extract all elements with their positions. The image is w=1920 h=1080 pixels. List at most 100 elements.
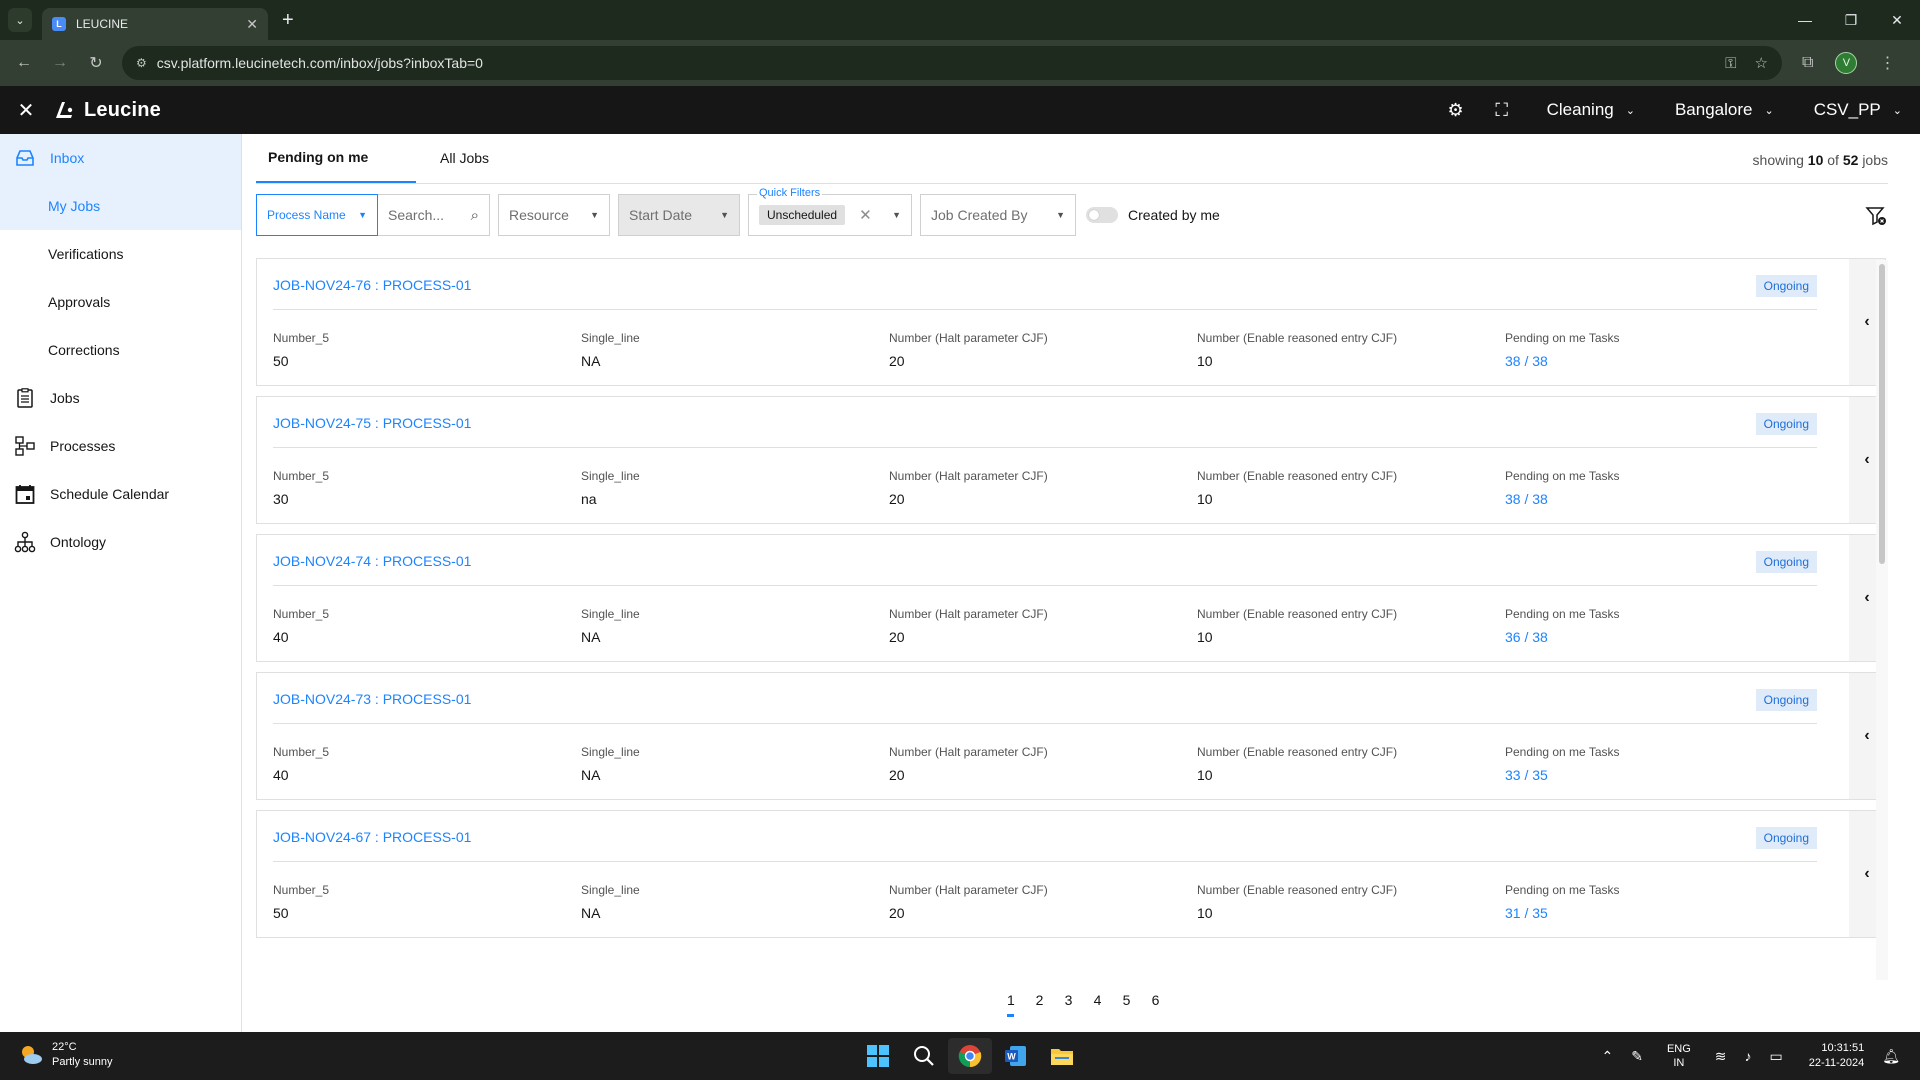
wifi-icon[interactable]: ≋: [1715, 1048, 1727, 1065]
clear-filters-icon[interactable]: [1864, 204, 1888, 228]
site-info-icon[interactable]: ⚙: [136, 56, 147, 70]
job-card[interactable]: JOB-NOV24-75 : PROCESS-01 Ongoing Number…: [256, 396, 1886, 524]
search-input[interactable]: Search...: [388, 207, 444, 223]
weather-widget[interactable]: 22°C Partly sunny: [18, 1040, 113, 1070]
word-icon[interactable]: W: [994, 1038, 1038, 1074]
sidebar-item-my-jobs[interactable]: My Jobs: [0, 182, 241, 230]
browser-menu-icon[interactable]: ⋮: [1879, 53, 1895, 73]
job-title-link[interactable]: JOB-NOV24-74 : PROCESS-01: [273, 553, 471, 569]
search-field[interactable]: Search... ⌕: [378, 194, 490, 236]
sidebar-item-corrections[interactable]: Corrections: [0, 326, 241, 374]
start-date-select[interactable]: Start Date ▼: [618, 194, 740, 236]
brand-name: Leucine: [84, 98, 161, 121]
minimize-icon[interactable]: —: [1782, 0, 1828, 40]
sidebar-item-processes[interactable]: Processes: [0, 422, 241, 470]
url-text[interactable]: csv.platform.leucinetech.com/inbox/jobs?…: [157, 55, 1707, 71]
clock[interactable]: 10:31:51 22-11-2024: [1809, 1041, 1864, 1071]
settings-gear-icon[interactable]: ⚙: [1433, 100, 1479, 121]
password-key-icon[interactable]: ⚿: [1725, 55, 1736, 72]
process-name-select[interactable]: Process Name ▼: [256, 194, 378, 236]
param-value: 20: [889, 905, 905, 921]
clear-chip-icon[interactable]: ✕: [859, 206, 872, 224]
back-icon[interactable]: ←: [6, 54, 42, 72]
sidebar-item-approvals[interactable]: Approvals: [0, 278, 241, 326]
volume-icon[interactable]: ♪: [1745, 1048, 1752, 1064]
sidebar-item-schedule-calendar[interactable]: Schedule Calendar: [0, 470, 241, 518]
show-hidden-icons-chevron-icon[interactable]: ⌃: [1601, 1048, 1613, 1065]
profile-avatar[interactable]: V: [1835, 52, 1858, 74]
job-card[interactable]: JOB-NOV24-67 : PROCESS-01 Ongoing Number…: [256, 810, 1886, 938]
pending-tasks-link[interactable]: 38 / 38: [1505, 491, 1805, 507]
param-label: Single_line: [581, 607, 640, 621]
scan-icon[interactable]: ⛶: [1479, 100, 1525, 121]
windows-start-icon[interactable]: [856, 1038, 900, 1074]
facility-select[interactable]: Bangalore ⌄: [1675, 100, 1774, 120]
inbox-icon: [14, 147, 36, 169]
region-code: IN: [1673, 1057, 1685, 1069]
extensions-icon[interactable]: ⧉: [1802, 54, 1813, 72]
reload-icon[interactable]: ↻: [78, 53, 114, 73]
param-reasoned-entry: Number (Enable reasoned entry CJF) 10: [1197, 745, 1497, 783]
status-badge: Ongoing: [1755, 413, 1817, 435]
search-icon[interactable]: ⌕: [471, 207, 479, 224]
brand-logo[interactable]: Leucine: [52, 98, 161, 122]
language-indicator[interactable]: ENG IN: [1667, 1042, 1691, 1070]
forward-icon[interactable]: →: [42, 54, 78, 72]
tab-pending-on-me[interactable]: Pending on me: [256, 133, 416, 183]
tab-all-jobs[interactable]: All Jobs: [428, 133, 501, 183]
battery-icon[interactable]: ▭: [1770, 1048, 1783, 1065]
bookmark-star-icon[interactable]: ☆: [1755, 54, 1768, 72]
job-title-link[interactable]: JOB-NOV24-75 : PROCESS-01: [273, 415, 471, 431]
param-value: 10: [1197, 629, 1213, 645]
job-card[interactable]: JOB-NOV24-73 : PROCESS-01 Ongoing Number…: [256, 672, 1886, 800]
new-tab-icon[interactable]: +: [282, 9, 294, 32]
chrome-icon[interactable]: [948, 1038, 992, 1074]
page-4-button[interactable]: 4: [1083, 992, 1112, 1017]
job-title-link[interactable]: JOB-NOV24-67 : PROCESS-01: [273, 829, 471, 845]
showing-total-value: 52: [1842, 152, 1859, 168]
sidebar-item-verifications[interactable]: Verifications: [0, 230, 241, 278]
page-3-button[interactable]: 3: [1054, 992, 1083, 1017]
resource-select[interactable]: Resource ▼: [498, 194, 610, 236]
job-card[interactable]: JOB-NOV24-74 : PROCESS-01 Ongoing Number…: [256, 534, 1886, 662]
param-halt: Number (Halt parameter CJF) 20: [889, 745, 1189, 783]
sidebar-item-jobs[interactable]: Jobs: [0, 374, 241, 422]
close-tab-icon[interactable]: ✕: [246, 16, 258, 33]
job-card[interactable]: JOB-NOV24-76 : PROCESS-01 Ongoing Number…: [256, 258, 1886, 386]
card-list-scrollbar[interactable]: [1876, 260, 1888, 980]
tab-search-chevron-icon[interactable]: ⌄: [8, 8, 32, 32]
notifications-bell-icon[interactable]: 🔔︎: [1882, 1048, 1900, 1065]
pen-menu-icon[interactable]: ✎: [1631, 1048, 1643, 1065]
quick-filters-select[interactable]: Quick Filters Unscheduled ✕ ▼: [748, 187, 912, 236]
pending-tasks-link[interactable]: 33 / 35: [1505, 767, 1805, 783]
job-created-by-select[interactable]: Job Created By ▼: [920, 194, 1076, 236]
account-select[interactable]: CSV_PP ⌄: [1814, 100, 1902, 120]
param-number5: Number_5 50: [273, 331, 573, 369]
facility-label: Bangalore: [1674, 100, 1753, 119]
browser-tab[interactable]: L LEUCINE ✕: [42, 8, 268, 40]
created-by-me-toggle[interactable]: [1086, 207, 1118, 223]
status-badge: Ongoing: [1755, 275, 1817, 297]
use-case-select[interactable]: Cleaning ⌄: [1547, 100, 1635, 120]
scrollbar-thumb[interactable]: [1879, 264, 1885, 564]
param-number5: Number_5 50: [273, 883, 573, 921]
search-icon[interactable]: [902, 1038, 946, 1074]
restore-icon[interactable]: ❐: [1828, 0, 1874, 40]
page-6-button[interactable]: 6: [1141, 992, 1170, 1017]
quick-filter-chip[interactable]: Unscheduled: [759, 205, 846, 225]
sidebar-item-inbox[interactable]: Inbox: [0, 134, 241, 182]
pending-tasks-link[interactable]: 31 / 35: [1505, 905, 1805, 921]
job-title-link[interactable]: JOB-NOV24-76 : PROCESS-01: [273, 277, 471, 293]
page-1-button[interactable]: 1: [1007, 992, 1015, 1017]
close-window-icon[interactable]: ✕: [1874, 0, 1920, 40]
pending-tasks-link[interactable]: 36 / 38: [1505, 629, 1805, 645]
page-5-button[interactable]: 5: [1112, 992, 1141, 1017]
pending-tasks-link[interactable]: 38 / 38: [1505, 353, 1805, 369]
job-title-link[interactable]: JOB-NOV24-73 : PROCESS-01: [273, 691, 471, 707]
close-icon[interactable]: ✕: [0, 98, 52, 123]
language-code: ENG: [1666, 1043, 1691, 1055]
address-bar[interactable]: ⚙ csv.platform.leucinetech.com/inbox/job…: [122, 46, 1782, 80]
page-2-button[interactable]: 2: [1025, 992, 1054, 1017]
file-explorer-icon[interactable]: [1040, 1038, 1084, 1074]
sidebar-item-ontology[interactable]: Ontology: [0, 518, 241, 566]
